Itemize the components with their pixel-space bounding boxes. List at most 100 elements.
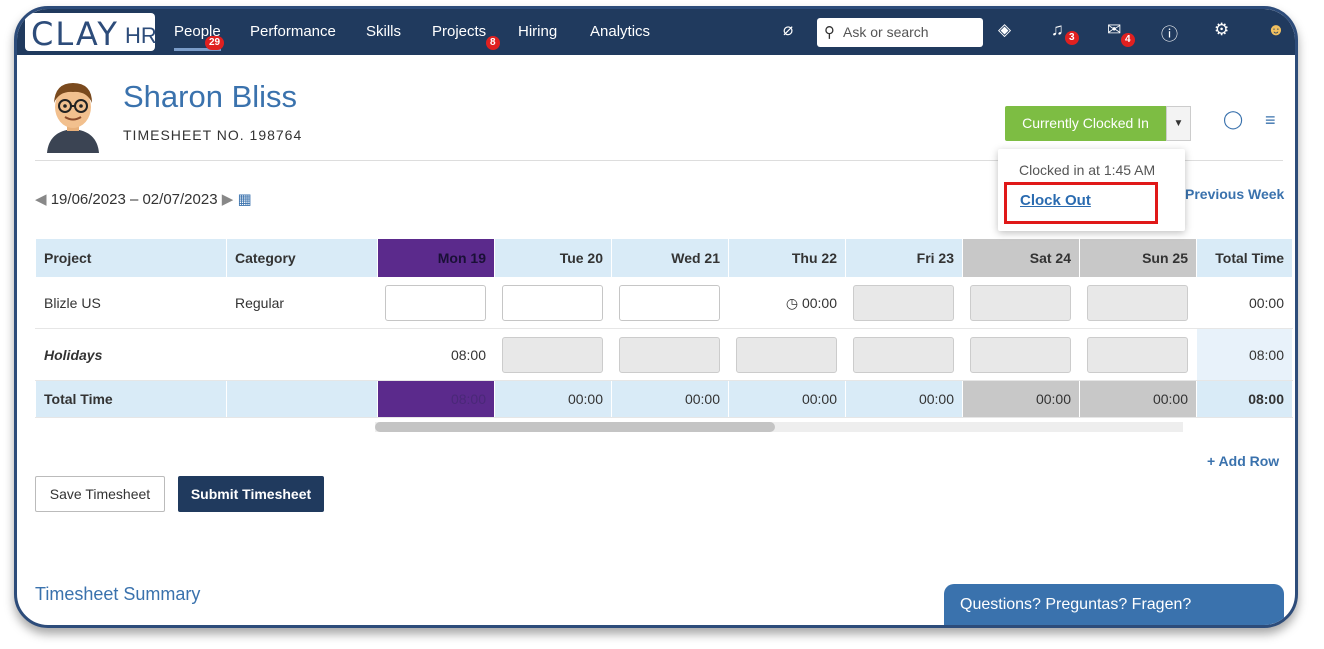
clocked-in-button[interactable]: Currently Clocked In: [1005, 106, 1166, 141]
col-mon: Mon 19: [377, 238, 495, 278]
search-input[interactable]: ⚲ Ask or search: [817, 18, 983, 47]
timer-off-icon[interactable]: ⌀: [783, 20, 793, 40]
projects-badge: 8: [486, 36, 500, 50]
gear-icon[interactable]: ⚙: [1214, 20, 1229, 40]
save-timesheet-button[interactable]: Save Timesheet: [35, 476, 165, 512]
col-category: Category: [226, 238, 378, 278]
category-cell: Regular: [226, 277, 378, 329]
table-row: Holidays 08:00 08:00: [35, 328, 1293, 381]
total-tue: 00:00: [494, 380, 612, 418]
employee-avatar: [47, 83, 99, 153]
category-cell: [226, 380, 378, 418]
employee-name: Sharon Bliss: [123, 79, 298, 114]
nav-projects[interactable]: Projects: [432, 23, 486, 40]
hours-input-fri: [853, 285, 954, 321]
clocked-in-time: Clocked in at 1:45 AM: [1019, 162, 1156, 178]
tue-cell: [494, 328, 612, 381]
clock-out-link[interactable]: Clock Out: [1020, 192, 1091, 209]
user-icon[interactable]: ◯: [1223, 109, 1243, 130]
clock-out-highlight: Clock Out: [1004, 182, 1158, 224]
hours-input-tue: [502, 336, 603, 373]
total-sun: 00:00: [1079, 380, 1197, 418]
col-tue: Tue 20: [494, 238, 612, 278]
date-range-text: 19/06/2023 – 02/07/2023: [50, 191, 218, 208]
add-row-button[interactable]: + Add Row: [1207, 453, 1279, 469]
logo-sub-text: HR: [125, 23, 157, 48]
nav-performance[interactable]: Performance: [250, 23, 336, 40]
category-cell: [226, 328, 378, 381]
sun-cell: [1079, 328, 1197, 381]
date-range-nav: ◀ 19/06/2023 – 02/07/2023 ▶ ▦: [35, 190, 252, 208]
total-wed: 00:00: [611, 380, 729, 418]
thu-cell: [728, 328, 846, 381]
totals-label: Total Time: [35, 380, 227, 418]
bell-icon[interactable]: ♫: [1051, 20, 1064, 40]
hours-input-mon[interactable]: [385, 285, 486, 321]
logo-text: CLAY: [31, 15, 119, 53]
clock-icon: ◷: [785, 294, 799, 311]
chat-widget[interactable]: Questions? Preguntas? Fragen?: [944, 584, 1284, 625]
fri-cell: [845, 277, 963, 329]
table-row: Blizle US Regular ◷ 00:00 00:00: [35, 277, 1293, 329]
thu-value: 00:00: [801, 294, 837, 311]
col-project: Project: [35, 238, 227, 278]
wed-cell: [611, 328, 729, 381]
wed-cell: [611, 277, 729, 329]
total-fri: 00:00: [845, 380, 963, 418]
clock-dropdown-toggle[interactable]: ▼: [1166, 106, 1191, 141]
timesheet-table: Project Category Mon 19 Tue 20 Wed 21 Th…: [35, 238, 1293, 418]
col-wed: Wed 21: [611, 238, 729, 278]
project-cell: Holidays: [35, 328, 227, 381]
mon-cell: [377, 277, 495, 329]
mail-icon[interactable]: ✉: [1107, 20, 1121, 40]
col-thu: Thu 22: [728, 238, 846, 278]
search-placeholder: Ask or search: [843, 24, 929, 40]
caret-down-icon: ▼: [1173, 118, 1184, 129]
totals-row: Total Time 08:00 00:00 00:00 00:00 00:00…: [35, 380, 1293, 418]
grand-total: 08:00: [1196, 380, 1293, 418]
sat-cell: [962, 328, 1080, 381]
hours-input-wed: [619, 336, 720, 373]
timesheet-number: TIMESHEET NO. 198764: [123, 127, 303, 143]
hours-input-wed[interactable]: [619, 285, 720, 321]
layers-icon[interactable]: ◈: [998, 20, 1011, 40]
hours-input-sat: [970, 285, 1071, 321]
clayhr-logo[interactable]: CLAY HR: [25, 13, 157, 53]
scrollbar-thumb[interactable]: [375, 422, 775, 432]
previous-week-link[interactable]: Previous Week: [1185, 186, 1284, 202]
timesheet-summary-heading: Timesheet Summary: [35, 584, 201, 604]
clock-dropdown-menu: Clocked in at 1:45 AM Clock Out: [998, 149, 1185, 231]
submit-timesheet-button[interactable]: Submit Timesheet: [178, 476, 324, 512]
col-total: Total Time: [1196, 238, 1293, 278]
user-avatar-icon[interactable]: ☻: [1267, 20, 1285, 40]
sun-cell: [1079, 277, 1197, 329]
col-sun: Sun 25: [1079, 238, 1197, 278]
row-total: 00:00: [1196, 277, 1293, 329]
total-mon: 08:00: [377, 380, 495, 418]
prev-period-icon[interactable]: ◀: [35, 191, 47, 208]
help-icon[interactable]: ⓘ: [1161, 20, 1178, 45]
fri-cell: [845, 328, 963, 381]
hours-input-tue[interactable]: [502, 285, 603, 321]
tue-cell: [494, 277, 612, 329]
mon-value: 08:00: [377, 328, 495, 381]
nav-analytics[interactable]: Analytics: [590, 23, 650, 40]
col-sat: Sat 24: [962, 238, 1080, 278]
thu-cell: ◷ 00:00: [728, 277, 846, 329]
table-header-row: Project Category Mon 19 Tue 20 Wed 21 Th…: [35, 238, 1293, 278]
col-fri: Fri 23: [845, 238, 963, 278]
messages-badge: 4: [1121, 33, 1135, 47]
list-icon[interactable]: ≡: [1265, 110, 1276, 131]
total-thu: 00:00: [728, 380, 846, 418]
nav-hiring[interactable]: Hiring: [518, 23, 557, 40]
app-window: CLAY HR People 29 Performance Skills Pro…: [14, 6, 1298, 628]
row-total: 08:00: [1196, 328, 1293, 381]
table-scrollbar[interactable]: [375, 422, 1183, 432]
nav-skills[interactable]: Skills: [366, 23, 401, 40]
project-cell: Blizle US: [35, 277, 227, 329]
hours-input-fri: [853, 336, 954, 373]
hours-input-thu: [736, 336, 837, 373]
next-period-icon[interactable]: ▶: [222, 191, 234, 208]
hours-input-sun: [1087, 285, 1188, 321]
calendar-icon[interactable]: ▦: [237, 191, 251, 208]
